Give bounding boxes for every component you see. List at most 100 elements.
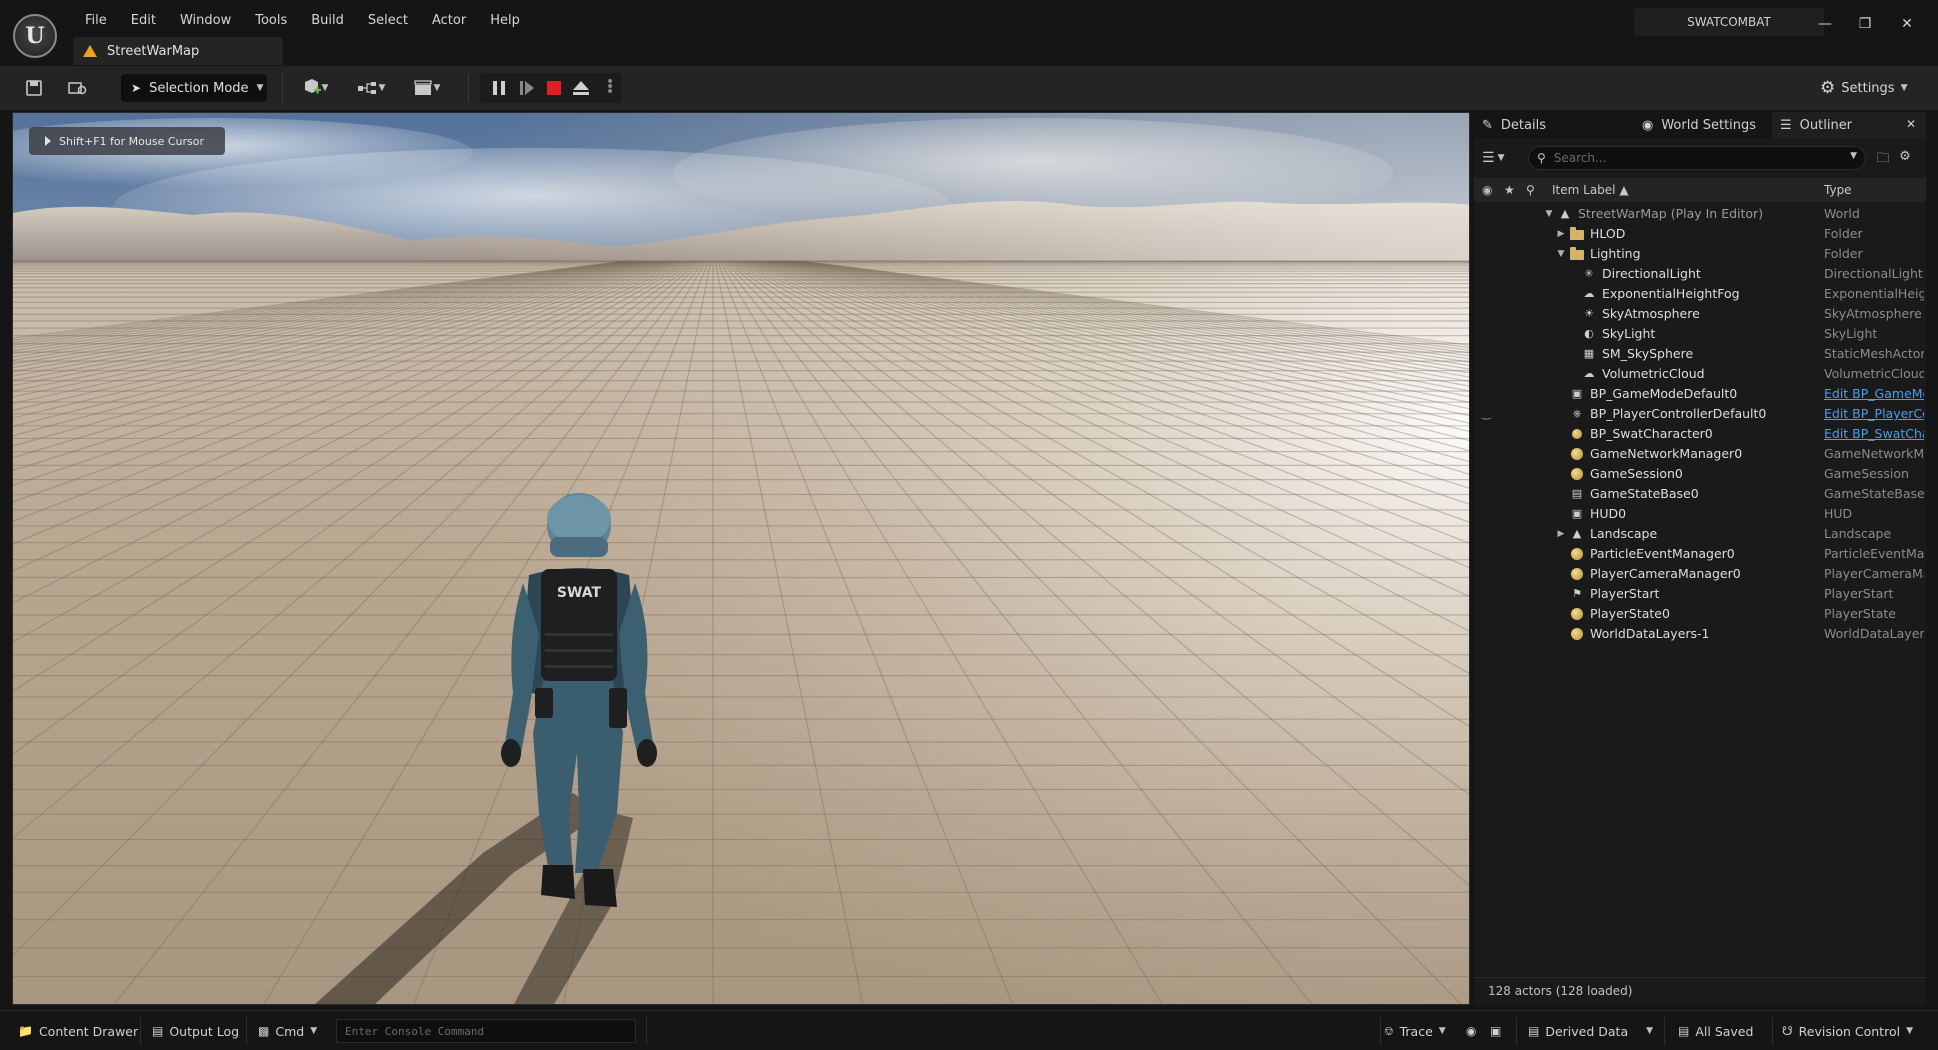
gear-icon[interactable]: ⚙ xyxy=(1896,149,1914,167)
outliner-row[interactable]: ☁ VolumetricCloud VolumetricCloud xyxy=(1474,364,1926,384)
derived-data-dropdown[interactable]: ▤ Derived Data ▼ xyxy=(1528,1021,1653,1041)
pause-icon[interactable] xyxy=(493,81,505,95)
outliner-item-label: PlayerStart xyxy=(1590,586,1660,601)
settings-button[interactable]: ⚙ Settings ▼ xyxy=(1820,76,1908,100)
title-bar: U File Edit Window Tools Build Select Ac… xyxy=(0,0,1938,66)
menu-help[interactable]: Help xyxy=(478,10,532,32)
outliner-row[interactable]: GameSession0 GameSession xyxy=(1474,464,1926,484)
outliner-row[interactable]: ▼ Lighting Folder xyxy=(1474,244,1926,264)
type-column[interactable]: Type xyxy=(1824,178,1852,202)
expand-open-icon[interactable]: ▼ xyxy=(1556,244,1566,264)
output-log-button[interactable]: ▤ Output Log xyxy=(152,1021,239,1041)
outliner-row[interactable]: ☀ SkyAtmosphere SkyAtmosphere xyxy=(1474,304,1926,324)
browse-level-icon[interactable] xyxy=(66,76,90,100)
record-button[interactable]: ◉ xyxy=(1466,1021,1476,1041)
expand-closed-icon[interactable]: ▶ xyxy=(1556,224,1566,244)
tab-details[interactable]: ✎ Details xyxy=(1474,112,1620,138)
outliner-row[interactable]: PlayerCameraManager0 PlayerCameraMa xyxy=(1474,564,1926,584)
expand-open-icon[interactable]: ▼ xyxy=(1544,204,1554,224)
console-input[interactable] xyxy=(337,1020,635,1042)
outliner-row[interactable]: ParticleEventManager0 ParticleEventMan xyxy=(1474,544,1926,564)
level-viewport[interactable]: SWAT Shift+F1 for Mouse Cursor xyxy=(12,112,1470,1005)
edit-blueprint-link[interactable]: Edit BP_PlayerCo xyxy=(1824,404,1924,424)
outliner-row[interactable]: ▦ SM_SkySphere StaticMeshActor xyxy=(1474,344,1926,364)
menu-tools[interactable]: Tools xyxy=(243,10,299,32)
minimize-icon[interactable]: — xyxy=(1810,12,1840,36)
outliner-item-label: PlayerCameraManager0 xyxy=(1590,566,1741,581)
filter-button[interactable]: ☰ ▼ xyxy=(1482,147,1516,169)
screenshot-button[interactable]: ▣ xyxy=(1490,1021,1501,1041)
actor-icon xyxy=(1570,607,1584,621)
outliner-column-header: ◉ ★ ⚲ Item Label ▲ Type xyxy=(1474,178,1926,202)
outliner-row[interactable]: ☁ ExponentialHeightFog ExponentialHeigh xyxy=(1474,284,1926,304)
outliner-row[interactable]: GameNetworkManager0 GameNetworkMa xyxy=(1474,444,1926,464)
map-tab[interactable]: StreetWarMap xyxy=(73,37,283,65)
expand-closed-icon[interactable]: ▶ xyxy=(1556,524,1566,544)
outliner-row[interactable]: ▶ HLOD Folder xyxy=(1474,224,1926,244)
menu-actor[interactable]: Actor xyxy=(420,10,478,32)
menu-build[interactable]: Build xyxy=(299,10,356,32)
pin-column-icon[interactable]: ⚲ xyxy=(1526,178,1535,202)
trace-icon: ⎊ xyxy=(1384,1023,1394,1038)
eye-icon[interactable]: ‿ xyxy=(1482,404,1498,424)
chevron-down-icon[interactable]: ▼ xyxy=(1850,151,1857,161)
revision-control-dropdown[interactable]: ☋ Revision Control ▼ xyxy=(1782,1021,1913,1041)
tab-outliner[interactable]: ☰ Outliner ✕ xyxy=(1772,112,1926,138)
folder-icon xyxy=(1570,227,1584,241)
outliner-row[interactable]: ◐ SkyLight SkyLight xyxy=(1474,324,1926,344)
unreal-logo-icon[interactable]: U xyxy=(13,14,57,58)
hint-label: Shift+F1 for Mouse Cursor xyxy=(59,134,205,148)
selection-mode-dropdown[interactable]: ➤ Selection Mode ▼ xyxy=(121,74,267,102)
edit-blueprint-link[interactable]: Edit BP_GameMo xyxy=(1824,384,1924,404)
eject-icon[interactable] xyxy=(573,81,589,95)
menu-edit[interactable]: Edit xyxy=(119,10,168,32)
outliner-item-type: PlayerState xyxy=(1824,606,1896,621)
blueprint-icon[interactable]: ▼ xyxy=(352,76,390,100)
outliner-row[interactable]: PlayerState0 PlayerState xyxy=(1474,604,1926,624)
outliner-row[interactable]: ▣ BP_GameModeDefault0 Edit BP_GameMo xyxy=(1474,384,1926,404)
menu-bar: File Edit Window Tools Build Select Acto… xyxy=(73,10,532,32)
content-drawer-button[interactable]: 📁 Content Drawer xyxy=(18,1021,138,1041)
outliner-row[interactable]: ✳ DirectionalLight DirectionalLight xyxy=(1474,264,1926,284)
selection-mode-label: Selection Mode xyxy=(149,80,249,96)
visibility-column-icon[interactable]: ◉ xyxy=(1482,178,1492,202)
outliner-item-type: GameSession xyxy=(1824,466,1909,481)
tab-world-settings[interactable]: ◉ World Settings xyxy=(1620,112,1770,138)
cmd-dropdown[interactable]: ▩ Cmd ▼ xyxy=(258,1021,317,1041)
outliner-row[interactable]: ▶ ▲ Landscape Landscape xyxy=(1474,524,1926,544)
stop-icon[interactable] xyxy=(547,81,561,95)
star-column-icon[interactable]: ★ xyxy=(1504,178,1515,202)
edit-blueprint-link[interactable]: Edit BP_SwatCha xyxy=(1824,424,1924,444)
add-folder-icon[interactable]: 🗀 xyxy=(1874,149,1892,167)
close-window-icon[interactable]: ✕ xyxy=(1892,12,1922,36)
outliner-row[interactable]: ▼ ▲ StreetWarMap (Play In Editor) World xyxy=(1474,204,1926,224)
save-icon[interactable] xyxy=(22,76,46,100)
trace-dropdown[interactable]: ⎊ Trace ▼ xyxy=(1384,1021,1446,1041)
all-saved-button[interactable]: ▤ All Saved xyxy=(1678,1021,1753,1041)
menu-window[interactable]: Window xyxy=(168,10,243,32)
outliner-row[interactable]: WorldDataLayers-1 WorldDataLayers xyxy=(1474,624,1926,644)
skip-frame-icon[interactable] xyxy=(520,81,534,95)
list-icon: ☰ xyxy=(1780,117,1792,133)
search-input[interactable] xyxy=(1553,151,1814,165)
outliner-item-label: ExponentialHeightFog xyxy=(1602,286,1740,301)
menu-select[interactable]: Select xyxy=(356,10,420,32)
restore-icon[interactable]: ❐ xyxy=(1850,12,1880,36)
outliner-item-type: Folder xyxy=(1824,246,1863,261)
log-icon: ▤ xyxy=(152,1024,164,1038)
outliner-row[interactable]: ▤ GameStateBase0 GameStateBase xyxy=(1474,484,1926,504)
actor-icon xyxy=(1570,467,1584,481)
outliner-row[interactable]: ▣ HUD0 HUD xyxy=(1474,504,1926,524)
outliner-row[interactable]: ⚑ PlayerStart PlayerStart xyxy=(1474,584,1926,604)
more-options-icon[interactable]: • • • xyxy=(606,75,614,99)
pencil-icon: ✎ xyxy=(1482,117,1493,133)
add-actor-icon[interactable]: ▼ xyxy=(298,76,332,100)
outliner-row[interactable]: ‿ ⎈ BP_PlayerControllerDefault0 Edit BP_Pla… xyxy=(1474,404,1926,424)
cinematics-icon[interactable]: ▼ xyxy=(408,76,446,100)
item-label-column[interactable]: Item Label ▲ xyxy=(1552,178,1629,202)
warning-icon xyxy=(83,45,97,57)
outliner-row[interactable]: BP_SwatCharacter0 Edit BP_SwatCha xyxy=(1474,424,1926,444)
play-controls: • • • xyxy=(480,73,622,103)
menu-file[interactable]: File xyxy=(73,10,119,32)
close-tab-icon[interactable]: ✕ xyxy=(1906,117,1916,131)
